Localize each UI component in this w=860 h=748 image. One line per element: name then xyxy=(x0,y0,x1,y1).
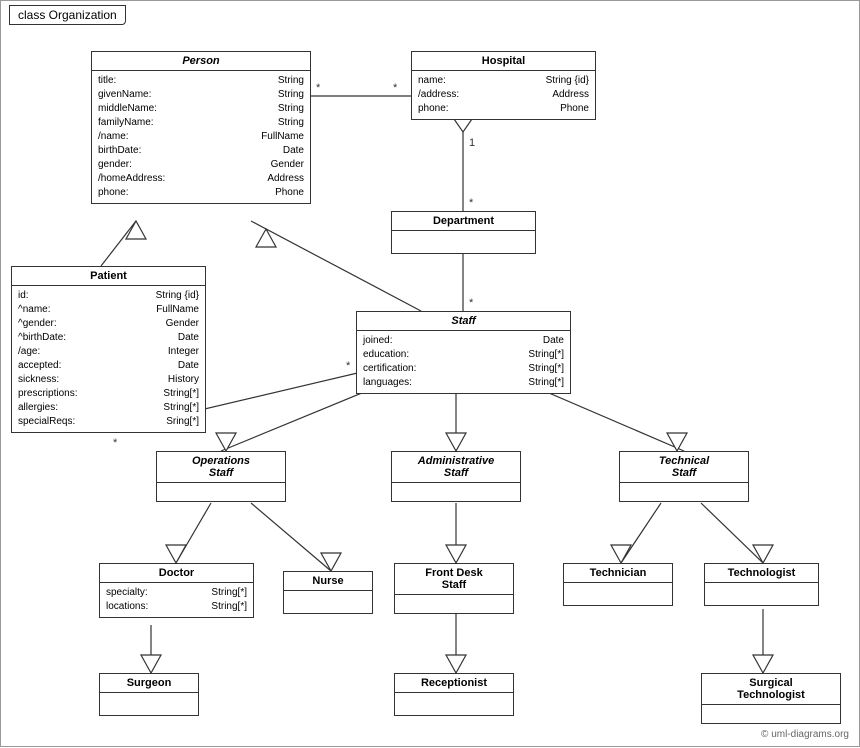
copyright: © uml-diagrams.org xyxy=(761,729,849,740)
technical-staff-class: TechnicalStaff xyxy=(619,451,749,502)
technologist-class: Technologist xyxy=(704,563,819,606)
svg-text:1: 1 xyxy=(469,137,475,149)
diagram-canvas: class Organization * * 1 * 1 * * * xyxy=(0,0,860,747)
technical-staff-name: TechnicalStaff xyxy=(620,452,748,483)
operations-staff-attrs xyxy=(157,483,285,501)
receptionist-class: Receptionist xyxy=(394,673,514,716)
svg-text:*: * xyxy=(346,360,351,372)
technical-staff-attrs xyxy=(620,483,748,501)
doctor-class-attrs: specialty:String[*] locations:String[*] xyxy=(100,583,253,617)
surgeon-class: Surgeon xyxy=(99,673,199,716)
surgeon-class-name: Surgeon xyxy=(100,674,198,693)
nurse-class-attrs xyxy=(284,591,372,613)
operations-staff-class: OperationsStaff xyxy=(156,451,286,502)
front-desk-class-attrs xyxy=(395,595,513,613)
department-class: Department xyxy=(391,211,536,254)
front-desk-class-name: Front DeskStaff xyxy=(395,564,513,595)
patient-class: Patient id:String {id} ^name:FullName ^g… xyxy=(11,266,206,433)
hospital-class: Hospital name:String {id} /address:Addre… xyxy=(411,51,596,120)
receptionist-class-attrs xyxy=(395,693,513,715)
admin-staff-class: AdministrativeStaff xyxy=(391,451,521,502)
technician-class-attrs xyxy=(564,583,672,605)
technologist-class-attrs xyxy=(705,583,818,605)
hospital-class-name: Hospital xyxy=(412,52,595,71)
technologist-class-name: Technologist xyxy=(705,564,818,583)
svg-text:*: * xyxy=(113,437,118,449)
department-class-attrs xyxy=(392,231,535,253)
surgical-technologist-class: SurgicalTechnologist xyxy=(701,673,841,724)
svg-text:*: * xyxy=(393,82,398,94)
person-class-attrs: title:String givenName:String middleName… xyxy=(92,71,310,203)
front-desk-class: Front DeskStaff xyxy=(394,563,514,614)
receptionist-class-name: Receptionist xyxy=(395,674,513,693)
diagram-title: class Organization xyxy=(9,5,126,25)
operations-staff-name: OperationsStaff xyxy=(157,452,285,483)
admin-staff-name: AdministrativeStaff xyxy=(392,452,520,483)
patient-class-attrs: id:String {id} ^name:FullName ^gender:Ge… xyxy=(12,286,205,432)
doctor-class-name: Doctor xyxy=(100,564,253,583)
surgical-technologist-class-name: SurgicalTechnologist xyxy=(702,674,840,705)
svg-text:*: * xyxy=(469,297,474,309)
person-class: Person title:String givenName:String mid… xyxy=(91,51,311,204)
staff-class-name: Staff xyxy=(357,312,570,331)
person-class-name: Person xyxy=(92,52,310,71)
hospital-class-attrs: name:String {id} /address:Address phone:… xyxy=(412,71,595,119)
nurse-class-name: Nurse xyxy=(284,572,372,591)
surgical-technologist-class-attrs xyxy=(702,705,840,723)
department-class-name: Department xyxy=(392,212,535,231)
nurse-class: Nurse xyxy=(283,571,373,614)
staff-class-attrs: joined:Date education:String[*] certific… xyxy=(357,331,570,393)
admin-staff-attrs xyxy=(392,483,520,501)
svg-text:*: * xyxy=(316,82,321,94)
staff-class: Staff joined:Date education:String[*] ce… xyxy=(356,311,571,394)
patient-class-name: Patient xyxy=(12,267,205,286)
doctor-class: Doctor specialty:String[*] locations:Str… xyxy=(99,563,254,618)
svg-text:*: * xyxy=(469,197,474,209)
surgeon-class-attrs xyxy=(100,693,198,715)
technician-class-name: Technician xyxy=(564,564,672,583)
technician-class: Technician xyxy=(563,563,673,606)
